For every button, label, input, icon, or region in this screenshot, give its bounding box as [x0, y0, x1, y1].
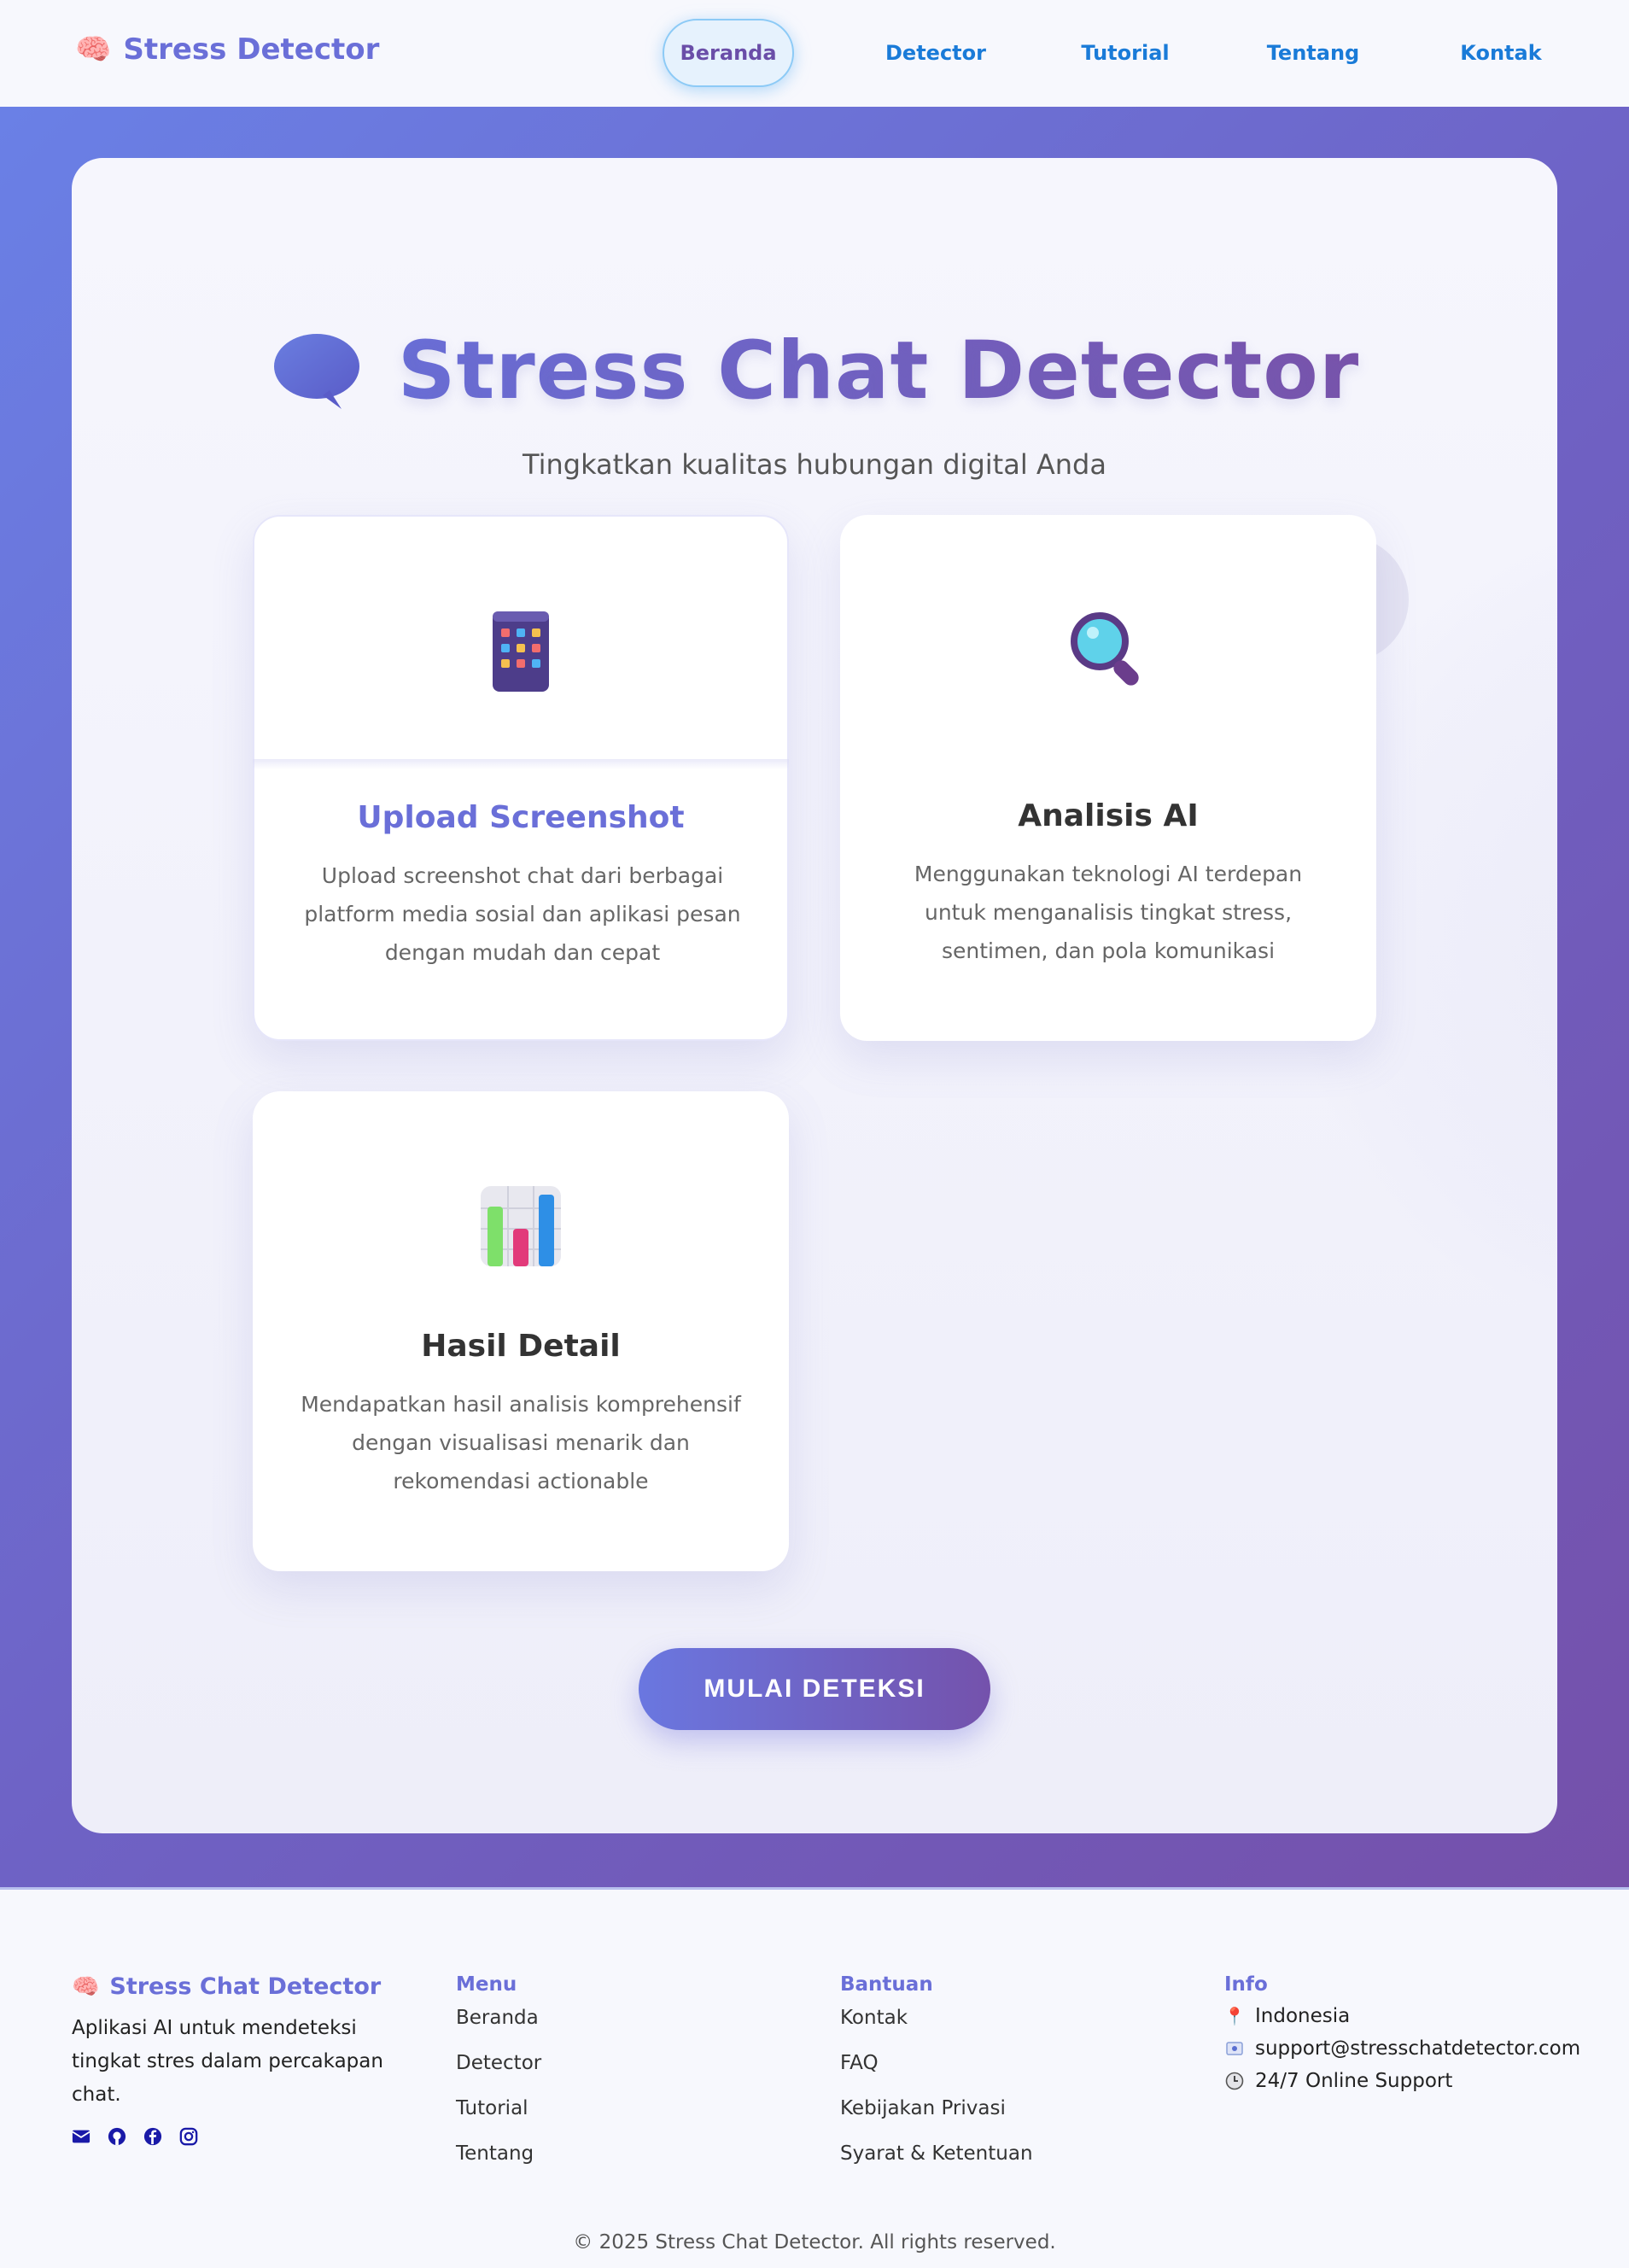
- footer: 🧠 Stress Chat Detector Aplikasi AI untuk…: [0, 1887, 1629, 2268]
- footer-help-heading: Bantuan: [840, 1973, 933, 1996]
- nav-link-detector[interactable]: Detector: [883, 19, 989, 87]
- brain-icon: 🧠: [72, 1973, 100, 2000]
- footer-info-heading: Info: [1224, 1973, 1268, 1996]
- footer-menu-heading: Menu: [456, 1973, 517, 1996]
- nav-link-beranda[interactable]: Beranda: [663, 19, 794, 87]
- instagram-icon[interactable]: [179, 2127, 198, 2146]
- card-divider: [253, 759, 789, 769]
- nav-link-tutorial[interactable]: Tutorial: [1072, 19, 1178, 87]
- chat-bubble-icon: [273, 333, 359, 409]
- copyright: © 2025 Stress Chat Detector. All rights …: [573, 2231, 1056, 2253]
- info-location-text: Indonesia: [1255, 2005, 1351, 2027]
- facebook-icon[interactable]: [143, 2127, 162, 2146]
- info-support: 24/7 Online Support: [1224, 2067, 1580, 2095]
- hero-title: Stress Chat Detector: [397, 324, 1360, 418]
- brain-icon: 🧠: [75, 32, 112, 67]
- bar-chart-icon: [481, 1186, 561, 1266]
- start-detection-button[interactable]: MULAI DETEKSI: [639, 1648, 990, 1730]
- magnifier-icon: [1071, 612, 1139, 686]
- brand-logo[interactable]: 🧠 Stress Detector: [75, 32, 379, 67]
- footer-link-tutorial[interactable]: Tutorial: [456, 2093, 541, 2125]
- info-email-text[interactable]: support@stresschatdetector.com: [1255, 2037, 1580, 2060]
- footer-link-beranda[interactable]: Beranda: [456, 2002, 541, 2034]
- footer-link-privacy[interactable]: Kebijakan Privasi: [840, 2093, 1033, 2125]
- hero-title-row: Stress Chat Detector: [72, 324, 1557, 418]
- card-description: Upload screenshot chat dari berbagai pla…: [304, 863, 741, 965]
- info-email: support@stresschatdetector.com: [1224, 2035, 1580, 2062]
- footer-brand: 🧠 Stress Chat Detector: [72, 1973, 430, 2000]
- clock-icon: [1224, 2072, 1245, 2090]
- nav-link-tentang[interactable]: Tentang: [1260, 19, 1366, 87]
- footer-menu: Menu Beranda Detector Tutorial Tentang: [456, 1973, 541, 2170]
- card-description: Menggunakan teknologi AI terdepan untuk …: [914, 862, 1303, 963]
- pin-icon: 📍: [1223, 2006, 1246, 2026]
- card-icon-wrapper: [253, 1184, 789, 1269]
- card-title: Upload Screenshot: [357, 800, 685, 835]
- github-icon[interactable]: [108, 2127, 126, 2146]
- footer-help: Bantuan Kontak FAQ Kebijakan Privasi Sya…: [840, 1973, 1033, 2170]
- footer-description: Aplikasi AI untuk mendeteksi tingkat str…: [72, 2017, 383, 2106]
- navbar: 🧠 Stress Detector Beranda Detector Tutor…: [0, 0, 1629, 107]
- footer-brand-name: Stress Chat Detector: [109, 1973, 382, 2000]
- footer-link-faq[interactable]: FAQ: [840, 2048, 1033, 2079]
- feature-card-upload[interactable]: Upload Screenshot Upload screenshot chat…: [253, 515, 789, 1041]
- card-title: Hasil Detail: [421, 1329, 621, 1364]
- social-links: [72, 2127, 430, 2146]
- hero-subtitle: Tingkatkan kualitas hubungan digital And…: [523, 448, 1106, 481]
- hero-panel: Stress Chat Detector Tingkatkan kualitas…: [72, 158, 1557, 1833]
- footer-link-tentang[interactable]: Tentang: [456, 2138, 541, 2170]
- card-icon-wrapper: [840, 607, 1376, 693]
- envelope-icon[interactable]: [72, 2127, 90, 2146]
- card-description: Mendapatkan hasil analisis komprehensif …: [301, 1392, 741, 1493]
- card-title: Analisis AI: [1018, 798, 1199, 833]
- footer-link-kontak[interactable]: Kontak: [840, 2002, 1033, 2034]
- footer-info: Info 📍 Indonesia support@stresschatdetec…: [1224, 1973, 1581, 2095]
- feature-card-results[interactable]: Hasil Detail Mendapatkan hasil analisis …: [253, 1091, 789, 1571]
- footer-about: 🧠 Stress Chat Detector Aplikasi AI untuk…: [72, 1973, 430, 2146]
- footer-link-detector[interactable]: Detector: [456, 2048, 541, 2079]
- hero-section: Stress Chat Detector Tingkatkan kualitas…: [0, 107, 1629, 1887]
- card-icon-wrapper: [254, 609, 787, 694]
- mobile-phone-icon: [493, 611, 549, 692]
- info-location: 📍 Indonesia: [1224, 2002, 1580, 2030]
- feature-card-analysis[interactable]: Analisis AI Menggunakan teknologi AI ter…: [840, 515, 1376, 1041]
- nav-link-kontak[interactable]: Kontak: [1448, 19, 1554, 87]
- footer-link-terms[interactable]: Syarat & Ketentuan: [840, 2138, 1033, 2170]
- info-support-text: 24/7 Online Support: [1255, 2070, 1453, 2092]
- brand-name: Stress Detector: [123, 32, 380, 67]
- email-icon: [1224, 2042, 1245, 2055]
